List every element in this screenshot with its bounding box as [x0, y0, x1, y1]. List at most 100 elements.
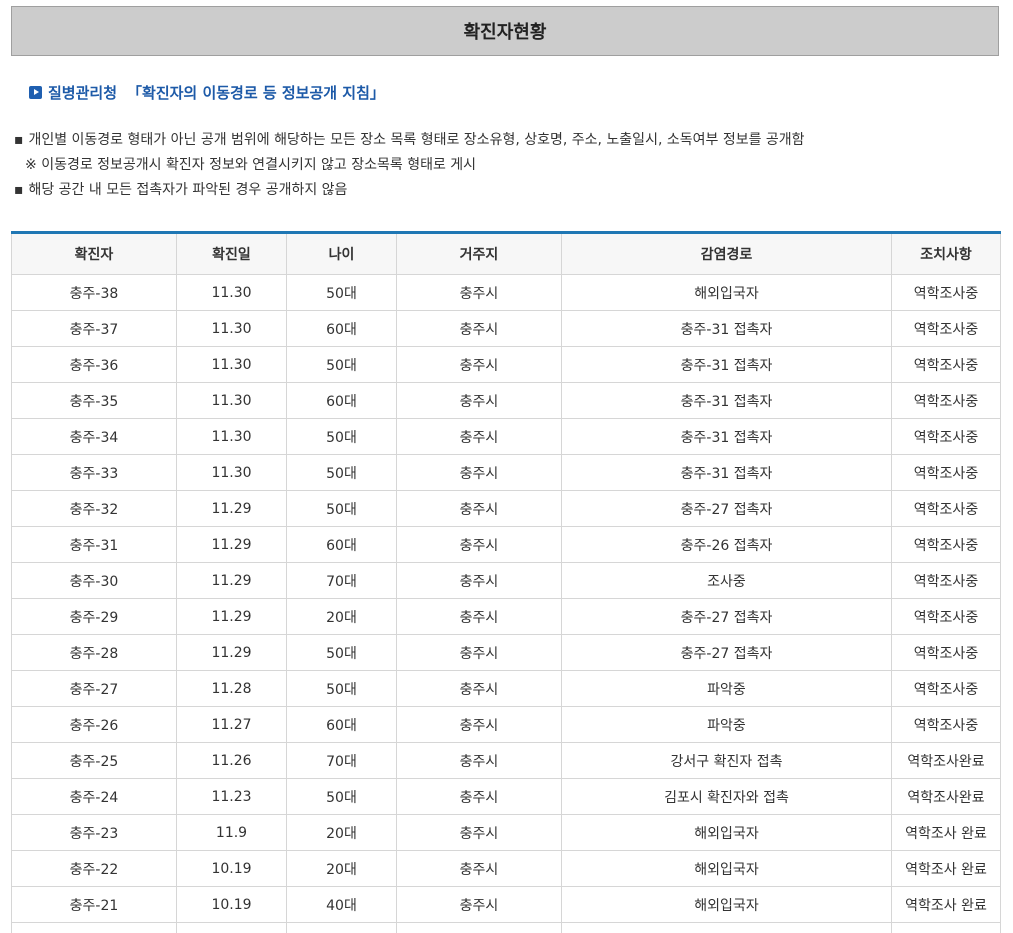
header-row: 확진자 확진일 나이 거주지 감염경로 조치사항 — [11, 232, 1001, 275]
note-item: ▪ 개인별 이동경로 형태가 아닌 공개 범위에 해당하는 모든 장소 목록 형… — [14, 128, 805, 153]
infection-route-cell: 충주-31 접촉자 — [561, 454, 892, 491]
action-status-cell: 역학조사중 — [891, 274, 1001, 311]
action-status-cell: 역학조사 완료 — [891, 850, 1001, 887]
infection-route-cell: 해외입국자 — [561, 274, 892, 311]
age-cell: 50대 — [286, 670, 397, 707]
case-id-cell: 충주-28 — [11, 634, 177, 671]
disclosure-notes: ▪ 개인별 이동경로 형태가 아닌 공개 범위에 해당하는 모든 장소 목록 형… — [14, 128, 805, 203]
residence-cell: 충주시 — [396, 634, 562, 671]
infection-route-cell: 김포시 확진자와 접촉 — [561, 778, 892, 815]
confirm-date-cell: 11.23 — [176, 778, 287, 815]
page: 확진자현황 질병관리청 「확진자의 이동경로 등 정보공개 지침」 ▪ 개인별 … — [0, 0, 1013, 933]
age-cell: 50대 — [286, 346, 397, 383]
action-status-cell: 역학조사중 — [891, 454, 1001, 491]
guideline-heading: 질병관리청 「확진자의 이동경로 등 정보공개 지침」 — [29, 82, 385, 103]
residence-cell: 충주시 — [396, 346, 562, 383]
note-text: 개인별 이동경로 형태가 아닌 공개 범위에 해당하는 모든 장소 목록 형태로… — [28, 132, 805, 148]
confirm-date-cell: 11.30 — [176, 418, 287, 455]
infection-route-cell: 충주-27 접촉자 — [561, 490, 892, 527]
age-cell: 20대 — [286, 598, 397, 635]
confirm-date-cell: 11.29 — [176, 490, 287, 527]
infection-route-cell: 조사중 — [561, 562, 892, 599]
age-cell: 50대 — [286, 634, 397, 671]
action-status-cell: 역학조사완료 — [891, 778, 1001, 815]
infection-route-cell: 충주-27 접촉자 — [561, 598, 892, 635]
infection-route-cell: 파악중 — [561, 706, 892, 743]
infection-route-cell: 충주-27 접촉자 — [561, 634, 892, 671]
confirm-date-cell: 11.30 — [176, 310, 287, 347]
infection-route-cell — [561, 922, 892, 933]
residence-cell: 충주시 — [396, 274, 562, 311]
residence-cell: 충주시 — [396, 814, 562, 851]
age-cell: 50대 — [286, 274, 397, 311]
residence-cell: 충주시 — [396, 706, 562, 743]
confirm-date-cell: 11.28 — [176, 670, 287, 707]
confirm-date-cell: 11.29 — [176, 562, 287, 599]
table-row: 충주-32 11.29 50대 충주시 충주-27 접촉자 역학조사중 — [11, 490, 1001, 527]
note-reference-mark: ※ — [25, 157, 37, 173]
infection-route-cell: 파악중 — [561, 670, 892, 707]
infection-route-cell: 충주-26 접촉자 — [561, 526, 892, 563]
note-item: ※ 이동경로 정보공개시 확진자 정보와 연결시키지 않고 장소목록 형태로 게… — [14, 153, 805, 178]
table-body: 충주-38 11.30 50대 충주시 해외입국자 역학조사중 충주-37 11.30 60대 충… — [11, 274, 1001, 933]
action-status-cell: 역학조사중 — [891, 526, 1001, 563]
confirm-date-cell — [176, 922, 287, 933]
action-status-cell — [891, 922, 1001, 933]
note-bullet: ▪ — [14, 132, 24, 148]
table-row: 충주-31 11.29 60대 충주시 충주-26 접촉자 역학조사중 — [11, 526, 1001, 563]
table-row: 충주-28 11.29 50대 충주시 충주-27 접촉자 역학조사중 — [11, 634, 1001, 671]
table-row: 충주-27 11.28 50대 충주시 파악중 역학조사중 — [11, 670, 1001, 707]
column-header-residence: 거주지 — [396, 232, 562, 275]
case-id-cell: 충주-31 — [11, 526, 177, 563]
residence-cell: 충주시 — [396, 742, 562, 779]
age-cell: 60대 — [286, 526, 397, 563]
confirm-date-cell: 11.30 — [176, 382, 287, 419]
confirmed-cases-table: 확진자 확진일 나이 거주지 감염경로 조치사항 충주-38 11.30 50대 충주… — [11, 231, 1001, 933]
page-title-bar: 확진자현황 — [11, 6, 999, 56]
residence-cell: 충주시 — [396, 490, 562, 527]
table-row: 충주-26 11.27 60대 충주시 파악중 역학조사중 — [11, 706, 1001, 743]
case-id-cell: 충주-25 — [11, 742, 177, 779]
residence-cell: 충주시 — [396, 670, 562, 707]
action-status-cell: 역학조사 완료 — [891, 814, 1001, 851]
action-status-cell: 역학조사중 — [891, 562, 1001, 599]
case-id-cell: 충주-33 — [11, 454, 177, 491]
confirm-date-cell: 11.30 — [176, 346, 287, 383]
case-id-cell: 충주-27 — [11, 670, 177, 707]
note-text: 이동경로 정보공개시 확진자 정보와 연결시키지 않고 장소목록 형태로 게시 — [41, 157, 477, 173]
confirm-date-cell: 11.26 — [176, 742, 287, 779]
confirm-date-cell: 11.29 — [176, 634, 287, 671]
residence-cell: 충주시 — [396, 526, 562, 563]
action-status-cell: 역학조사완료 — [891, 742, 1001, 779]
infection-route-cell: 충주-31 접촉자 — [561, 418, 892, 455]
case-id-cell: 충주-32 — [11, 490, 177, 527]
note-item: ▪ 해당 공간 내 모든 접촉자가 파악된 경우 공개하지 않음 — [14, 178, 805, 203]
case-id-cell: 충주-26 — [11, 706, 177, 743]
residence-cell: 충주시 — [396, 310, 562, 347]
age-cell: 50대 — [286, 490, 397, 527]
column-header-action: 조치사항 — [891, 232, 1001, 275]
action-status-cell: 역학조사중 — [891, 346, 1001, 383]
note-bullet: ▪ — [14, 182, 24, 198]
table-row: 충주-30 11.29 70대 충주시 조사중 역학조사중 — [11, 562, 1001, 599]
confirm-date-cell: 10.19 — [176, 886, 287, 923]
column-header-case: 확진자 — [11, 232, 177, 275]
table-row: 충주-21 10.19 40대 충주시 해외입국자 역학조사 완료 — [11, 886, 1001, 923]
action-status-cell: 역학조사중 — [891, 634, 1001, 671]
table-row: 충주-36 11.30 50대 충주시 충주-31 접촉자 역학조사중 — [11, 346, 1001, 383]
action-status-cell: 역학조사중 — [891, 382, 1001, 419]
table-row: 충주-25 11.26 70대 충주시 강서구 확진자 접촉 역학조사완료 — [11, 742, 1001, 779]
residence-cell: 충주시 — [396, 886, 562, 923]
age-cell: 20대 — [286, 814, 397, 851]
infection-route-cell: 해외입국자 — [561, 814, 892, 851]
age-cell — [286, 922, 397, 933]
column-header-age: 나이 — [286, 232, 397, 275]
guideline-org: 질병관리청 — [48, 84, 118, 102]
page-title: 확진자현황 — [463, 22, 547, 43]
residence-cell: 충주시 — [396, 598, 562, 635]
residence-cell: 충주시 — [396, 562, 562, 599]
action-status-cell: 역학조사중 — [891, 418, 1001, 455]
table-row: 충주-37 11.30 60대 충주시 충주-31 접촉자 역학조사중 — [11, 310, 1001, 347]
age-cell: 60대 — [286, 706, 397, 743]
action-status-cell: 역학조사중 — [891, 706, 1001, 743]
